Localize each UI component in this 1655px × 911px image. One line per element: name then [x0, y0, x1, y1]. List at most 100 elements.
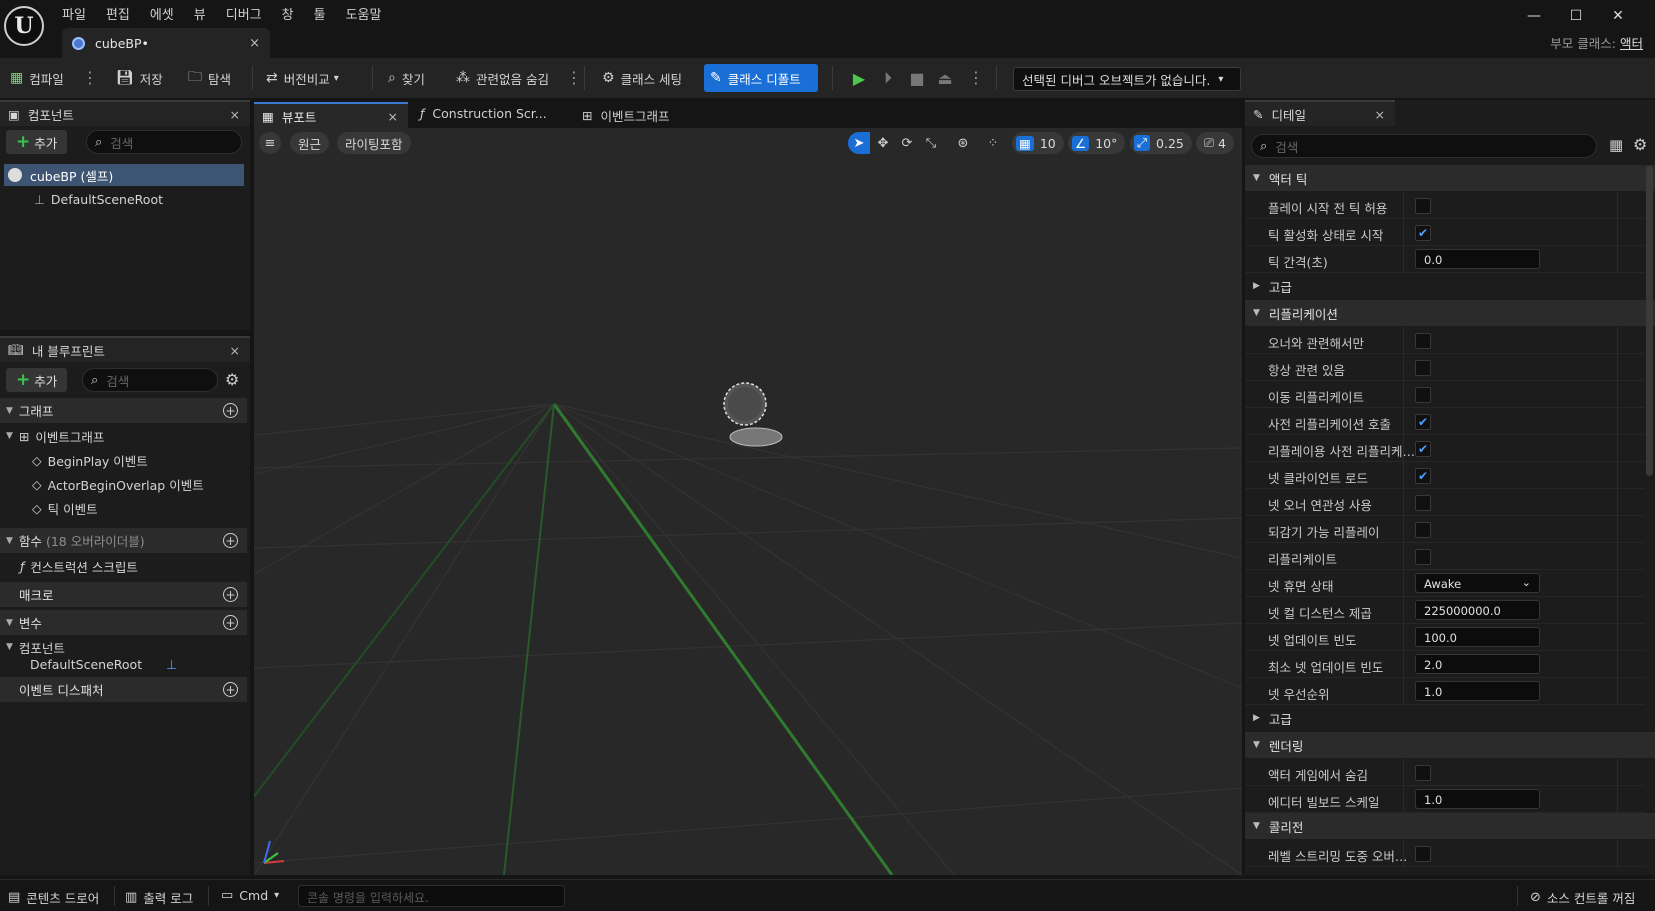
menu-asset[interactable]: 에셋	[150, 4, 174, 23]
my-blueprint-tab[interactable]: 📖︎ 내 블루프린트 ×	[0, 336, 250, 362]
more-options-icon[interactable]: ⋮	[566, 68, 582, 87]
output-log-button[interactable]: ▥ 출력 로그	[125, 888, 193, 907]
component-item-scene-root[interactable]: ⊥ DefaultSceneRoot	[34, 188, 163, 210]
event-item-overlap[interactable]: ◇ ActorBeginOverlap 이벤트	[32, 473, 204, 495]
section-advanced-replication[interactable]: ▶ 고급	[1245, 705, 1655, 731]
components-search-input[interactable]: ⌕ 검색	[86, 130, 242, 154]
details-tab[interactable]: ✎ 디테일 ×	[1245, 100, 1395, 126]
source-control-button[interactable]: ⊘ 소스 컨트롤 꺼짐	[1530, 888, 1635, 907]
add-macro-icon[interactable]: +	[223, 587, 238, 602]
event-item-beginplay[interactable]: ◇ BeginPlay 이벤트	[32, 449, 148, 471]
play-icon[interactable]: ▶	[846, 65, 872, 91]
checkbox-checked[interactable]: ✔	[1415, 414, 1431, 430]
components-tab[interactable]: ▣ 컴포넌트 ×	[0, 100, 250, 126]
document-tab[interactable]: cubeBP• ×	[62, 28, 270, 58]
checkbox[interactable]	[1415, 360, 1431, 376]
unreal-logo-icon[interactable]: U	[4, 6, 44, 46]
checkbox-checked[interactable]: ✔	[1415, 468, 1431, 484]
checkbox-checked[interactable]: ✔	[1415, 225, 1431, 241]
checkbox-checked[interactable]: ✔	[1415, 441, 1431, 457]
compile-button[interactable]: ▦ 컴파일	[4, 64, 70, 92]
eject-icon[interactable]: ⏏	[932, 65, 958, 91]
add-component-button[interactable]: + 추가	[6, 130, 68, 154]
menu-view[interactable]: 뷰	[194, 4, 206, 23]
menu-help[interactable]: 도움말	[346, 4, 382, 23]
rotation-snap-button[interactable]: ∠ 10°	[1068, 132, 1126, 154]
section-actor-tick[interactable]: ▼ 액터 틱	[1245, 165, 1655, 191]
select-mode-icon[interactable]: ➤	[848, 132, 870, 154]
hamburger-menu-icon[interactable]: ≡	[259, 132, 281, 154]
compile-options-icon[interactable]: ⋮	[82, 68, 98, 87]
section-collision[interactable]: ▼ 콜리전	[1245, 813, 1655, 839]
close-icon[interactable]: ×	[230, 343, 240, 358]
checkbox[interactable]	[1415, 549, 1431, 565]
cmd-select[interactable]: ▭ Cmd ▾	[221, 888, 279, 903]
add-variable-icon[interactable]: +	[223, 615, 238, 630]
browse-button[interactable]: 🗀 탐색	[182, 64, 237, 92]
close-tab-icon[interactable]: ×	[249, 36, 260, 51]
event-graph-item[interactable]: ▼ ⊞ 이벤트그래프	[6, 425, 104, 447]
functions-section-header[interactable]: ▼ 함수 (18 오버라이더블) +	[0, 528, 247, 553]
blueprint-search-input[interactable]: ⌕ 검색	[82, 368, 218, 392]
number-field[interactable]: 225000000.0	[1415, 600, 1540, 620]
lit-mode-button[interactable]: 라이팅포함	[337, 132, 411, 154]
gear-icon[interactable]: ⚙	[225, 370, 239, 389]
details-scrollbar[interactable]	[1646, 166, 1653, 476]
variables-section-header[interactable]: ▼ 변수 +	[0, 610, 247, 635]
scale-snap-button[interactable]: ⤢ 0.25	[1130, 132, 1192, 154]
camera-speed-button[interactable]: ⎚ 4	[1196, 132, 1234, 154]
perspective-button[interactable]: 원근	[290, 132, 330, 154]
tab-event-graph[interactable]: ⊞ 이벤트그래프	[582, 106, 670, 125]
macros-section-header[interactable]: 매크로 +	[0, 582, 247, 607]
event-item-tick[interactable]: ◇ 틱 이벤트	[32, 497, 98, 519]
surface-snap-icon[interactable]: ⁘	[982, 132, 1004, 154]
checkbox[interactable]	[1415, 333, 1431, 349]
component-item-self[interactable]: cubeBP (셀프)	[4, 164, 244, 186]
close-icon[interactable]: ×	[388, 109, 398, 124]
menu-file[interactable]: 파일	[62, 4, 86, 23]
add-graph-icon[interactable]: +	[223, 403, 238, 418]
play-options-icon[interactable]: ⋮	[968, 68, 984, 87]
menu-window[interactable]: 창	[282, 4, 294, 23]
close-window-button[interactable]: ✕	[1597, 8, 1639, 24]
hide-unrelated-button[interactable]: ⁂ 관련없음 숨김	[450, 64, 555, 92]
grid-snap-button[interactable]: ▦ 10	[1012, 132, 1064, 154]
class-defaults-button[interactable]: ✎ 클래스 디폴트	[704, 64, 818, 92]
parent-class-link[interactable]: 액터	[1620, 36, 1643, 51]
save-button[interactable]: 💾︎ 저장	[110, 64, 169, 92]
find-button[interactable]: ⌕ 찾기	[382, 64, 431, 92]
console-input[interactable]: 콘솔 명령을 입력하세요.	[298, 885, 565, 907]
tab-viewport[interactable]: ▦ 뷰포트 ×	[254, 102, 408, 128]
dormancy-select[interactable]: Awake ⌄	[1415, 573, 1540, 593]
menu-debug[interactable]: 디버그	[226, 4, 262, 23]
number-field[interactable]: 100.0	[1415, 627, 1540, 647]
class-settings-button[interactable]: ⚙ 클래스 세팅	[596, 64, 688, 92]
move-icon[interactable]: ✥	[872, 132, 894, 154]
checkbox[interactable]	[1415, 198, 1431, 214]
variable-item-scene-root[interactable]: DefaultSceneRoot ⊥	[30, 653, 177, 675]
close-icon[interactable]: ×	[1375, 107, 1385, 122]
scale-icon[interactable]: ⤡	[920, 132, 942, 154]
step-icon[interactable]: ⏵︎	[875, 65, 901, 91]
add-blueprint-item-button[interactable]: + 추가	[6, 368, 68, 392]
details-search-input[interactable]: ⌕ 검색	[1251, 134, 1597, 158]
event-dispatchers-section-header[interactable]: 이벤트 디스패처 +	[0, 677, 247, 702]
graphs-section-header[interactable]: ▼ 그래프 +	[0, 398, 247, 423]
section-replication[interactable]: ▼ 리플리케이션	[1245, 300, 1655, 326]
menu-tools[interactable]: 툴	[314, 4, 326, 23]
minimize-button[interactable]: —	[1513, 8, 1555, 24]
tab-construction-script[interactable]: ƒ Construction Scr...	[420, 106, 547, 121]
add-function-icon[interactable]: +	[223, 533, 238, 548]
close-icon[interactable]: ×	[230, 107, 240, 122]
viewport[interactable]	[254, 128, 1242, 875]
section-advanced[interactable]: ▶ 고급	[1245, 273, 1655, 299]
stop-icon[interactable]: ■	[904, 65, 930, 91]
checkbox[interactable]	[1415, 387, 1431, 403]
checkbox[interactable]	[1415, 495, 1431, 511]
construction-script-item[interactable]: ƒ 컨스트럭션 스크립트	[20, 555, 138, 577]
rotate-icon[interactable]: ⟳	[896, 132, 918, 154]
number-field[interactable]: 1.0	[1415, 681, 1540, 701]
gear-icon[interactable]: ⚙	[1633, 135, 1647, 154]
add-dispatcher-icon[interactable]: +	[223, 682, 238, 697]
section-rendering[interactable]: ▼ 렌더링	[1245, 732, 1655, 758]
